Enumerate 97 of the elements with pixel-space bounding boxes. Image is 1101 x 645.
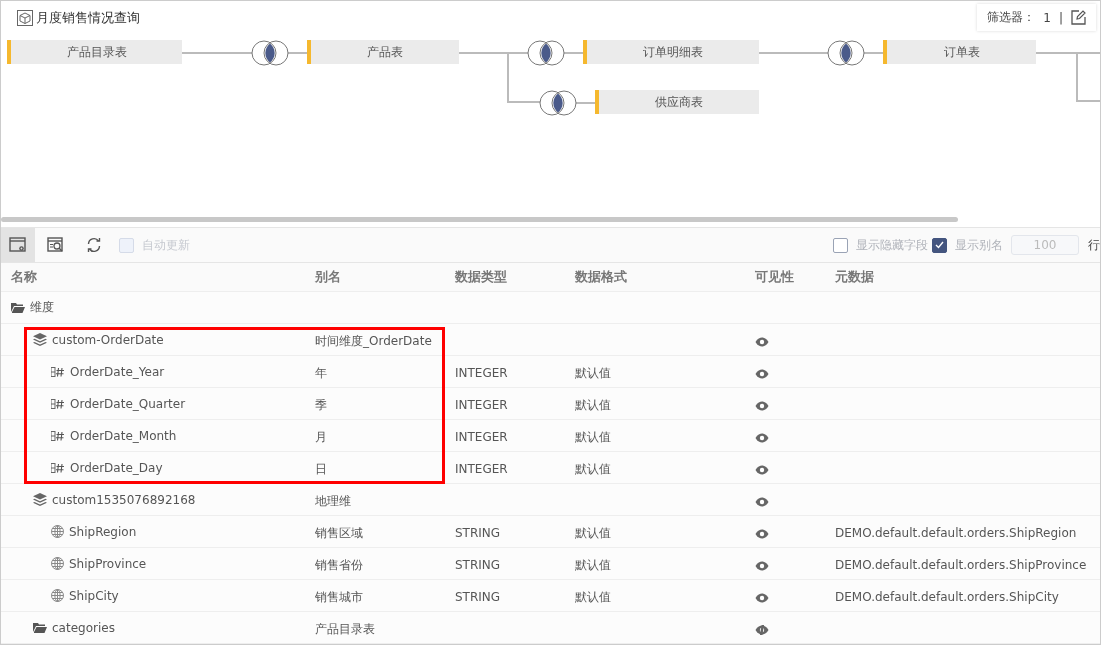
field-name: categories: [52, 620, 115, 635]
filter-label: 筛选器：: [987, 9, 1036, 26]
data-format-cell: 默认值: [575, 397, 611, 412]
alias-cell: 日: [315, 461, 327, 476]
table-node[interactable]: 订单表: [883, 40, 1036, 64]
eye-icon[interactable]: [755, 464, 769, 475]
inner-join-icon[interactable]: [539, 90, 577, 116]
field-name: ShipCity: [69, 588, 119, 603]
number-field-icon: [51, 462, 65, 473]
preview-icon: [47, 237, 65, 253]
data-type-cell: INTEGER: [455, 366, 508, 380]
alias-cell: 年: [315, 365, 327, 380]
table-node[interactable]: 供应商表: [595, 90, 759, 114]
eye-icon[interactable]: [755, 368, 769, 379]
data-type-cell: STRING: [455, 590, 501, 604]
toolbar-button[interactable]: [1, 228, 35, 262]
checkbox-label: 显示别名: [955, 236, 1003, 254]
connector-line: [863, 52, 884, 54]
data-format-cell: 默认值: [575, 557, 611, 572]
field-name: ShipProvince: [69, 556, 147, 571]
eye-icon[interactable]: [755, 592, 769, 603]
checkbox-label: 显示隐藏字段: [856, 236, 928, 254]
eye-icon[interactable]: [755, 432, 769, 443]
connector-line: [563, 52, 584, 54]
checkbox[interactable]: [833, 237, 848, 253]
refresh-icon: [86, 237, 102, 253]
data-format-cell: 默认值: [575, 365, 611, 380]
table-node[interactable]: 订单明细表: [583, 40, 759, 64]
eye-icon[interactable]: [755, 400, 769, 411]
layers-icon: [33, 333, 47, 346]
globe-icon: [51, 589, 64, 602]
data-type-cell: INTEGER: [455, 430, 508, 444]
separator: |: [1058, 10, 1063, 25]
connector-line: [575, 102, 596, 104]
eye-icon[interactable]: [755, 336, 769, 347]
table-node[interactable]: 产品目录表: [7, 40, 182, 64]
inner-join-icon[interactable]: [527, 40, 565, 66]
column-header: 数据格式: [575, 268, 628, 286]
layers-icon: [33, 493, 47, 506]
data-type-cell: STRING: [455, 558, 501, 572]
field-name: ShipRegion: [69, 524, 137, 539]
checkbox[interactable]: [932, 237, 947, 253]
edit-icon[interactable]: [1071, 10, 1086, 25]
column-header: 数据类型: [455, 268, 508, 286]
data-type-cell: STRING: [455, 526, 501, 540]
alias-cell: 季: [315, 397, 327, 412]
scrollbar-thumb[interactable]: [1, 217, 958, 222]
number-field-icon: [51, 398, 65, 409]
field-name: custom1535076892168: [52, 492, 196, 507]
folder-icon: [33, 622, 47, 633]
filter-count: 1: [1043, 10, 1051, 25]
field-name: OrderDate_Year: [70, 364, 165, 379]
alias-cell: 月: [315, 429, 327, 444]
column-header: 名称: [10, 268, 38, 286]
alias-cell: 产品目录表: [315, 621, 375, 636]
eye-icon[interactable]: [755, 496, 769, 507]
table-settings-icon: [9, 237, 27, 253]
alias-cell: 销售区域: [315, 525, 363, 540]
metadata-cell: DEMO.default.default.orders.ShipRegion: [835, 526, 1077, 540]
table-node[interactable]: 产品表: [307, 40, 459, 64]
data-format-cell: 默认值: [575, 429, 611, 444]
alias-cell: 地理维: [315, 493, 351, 508]
cube-icon: [17, 10, 33, 26]
inner-join-icon[interactable]: [827, 40, 865, 66]
connector-line: [287, 52, 308, 54]
data-type-cell: INTEGER: [455, 462, 508, 476]
number-field-icon: [51, 430, 65, 441]
column-header: 可见性: [755, 268, 795, 286]
metadata-cell: DEMO.default.default.orders.ShipProvince: [835, 558, 1087, 572]
row-limit-label: 行: [1088, 236, 1100, 254]
connector-line: [758, 52, 829, 54]
field-name: custom-OrderDate: [52, 332, 164, 347]
query-title: 月度销售情况查询: [36, 9, 140, 27]
alias-cell: 销售省份: [315, 557, 363, 572]
field-name: OrderDate_Month: [70, 428, 177, 443]
alias-cell: 时间维度_OrderDate: [315, 333, 432, 348]
eye-slash-icon[interactable]: [755, 624, 769, 635]
globe-icon: [51, 525, 64, 538]
eye-icon[interactable]: [755, 560, 769, 571]
connector-line: [181, 52, 253, 54]
field-name: OrderDate_Day: [70, 460, 163, 475]
inner-join-icon[interactable]: [251, 40, 289, 66]
checkmark-icon: [935, 241, 944, 249]
metadata-cell: DEMO.default.default.orders.ShipCity: [835, 590, 1059, 604]
data-format-cell: 默认值: [575, 525, 611, 540]
data-format-cell: 默认值: [575, 589, 611, 604]
folder-icon: [11, 302, 25, 313]
eye-icon[interactable]: [755, 528, 769, 539]
column-header: 元数据: [835, 268, 875, 286]
column-header: 别名: [315, 268, 342, 286]
data-format-cell: 默认值: [575, 461, 611, 476]
field-name: OrderDate_Quarter: [70, 396, 186, 411]
number-field-icon: [51, 366, 65, 377]
data-type-cell: INTEGER: [455, 398, 508, 412]
field-name: 维度: [30, 299, 54, 316]
globe-icon: [51, 557, 64, 570]
alias-cell: 销售城市: [315, 589, 363, 604]
